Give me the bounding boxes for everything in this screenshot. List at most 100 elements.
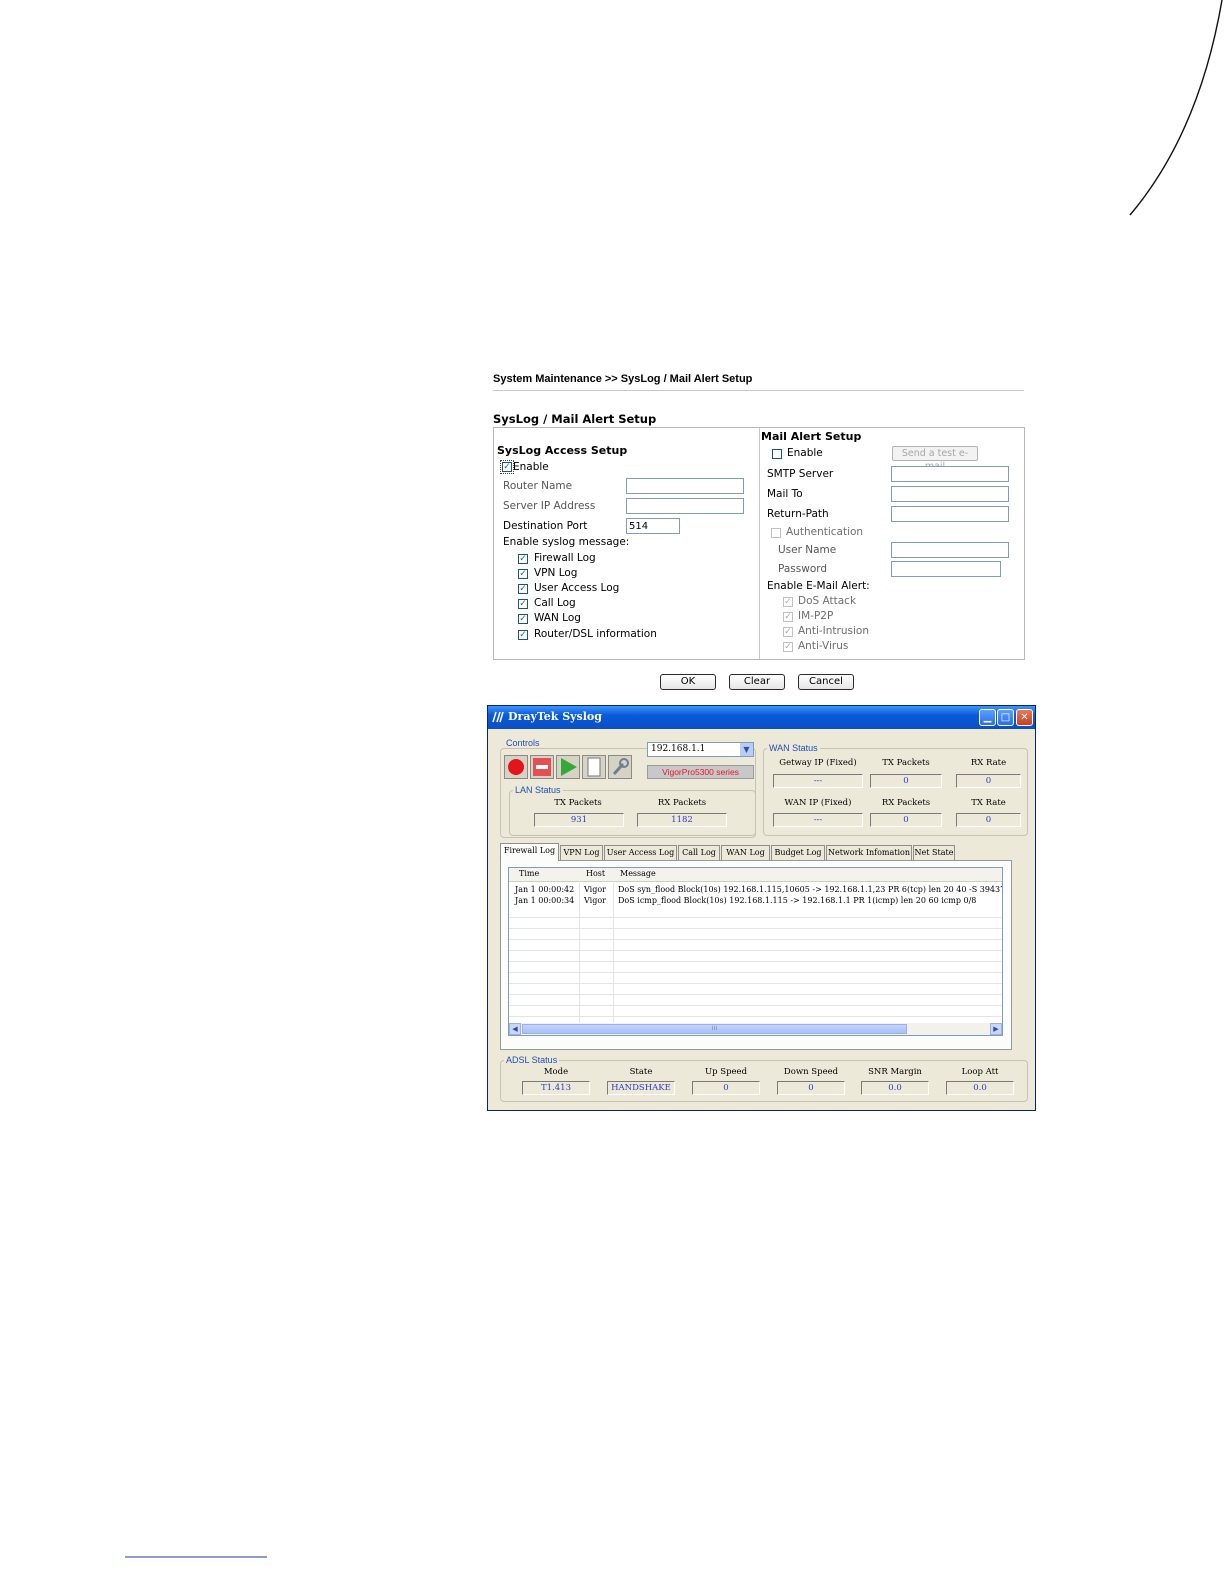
tab-firewall-log[interactable]: Firewall Log bbox=[500, 843, 559, 861]
settings-tool-icon[interactable] bbox=[608, 755, 632, 779]
cancel-button[interactable]: Cancel bbox=[798, 674, 854, 690]
wan-rx-packets-value: 0 bbox=[870, 813, 942, 827]
dest-port-input[interactable] bbox=[626, 518, 680, 534]
authentication-checkbox[interactable] bbox=[771, 528, 781, 538]
anti-intrusion-label: Anti-Intrusion bbox=[798, 625, 869, 637]
log-list[interactable]: Time Host Message Jan 1 00:00:42 Vigor D… bbox=[508, 867, 1003, 1036]
wan-log-checkbox[interactable]: ✓ bbox=[518, 614, 528, 624]
user-access-log-checkbox[interactable]: ✓ bbox=[518, 584, 528, 594]
wan-tx-packets-label: TX Packets bbox=[882, 758, 930, 768]
row-line bbox=[509, 917, 1002, 918]
tab-wan-log[interactable]: WAN Log bbox=[721, 845, 770, 860]
return-path-input[interactable] bbox=[891, 506, 1009, 522]
chevron-down-icon[interactable]: ▼ bbox=[740, 743, 753, 756]
mail-enable-checkbox[interactable] bbox=[772, 449, 782, 459]
lan-rx-label: RX Packets bbox=[657, 798, 707, 808]
router-ip-value: 192.168.1.1 bbox=[651, 744, 706, 754]
row-line bbox=[509, 994, 1002, 995]
controls-title: Controls bbox=[504, 738, 542, 748]
wan-log-label: WAN Log bbox=[534, 612, 581, 624]
syslog-access-heading: SysLog Access Setup bbox=[497, 444, 628, 457]
firewall-log-checkbox[interactable]: ✓ bbox=[518, 554, 528, 564]
user-name-label: User Name bbox=[778, 544, 837, 556]
anti-virus-checkbox[interactable]: ✓ bbox=[783, 642, 793, 652]
close-icon[interactable]: ✕ bbox=[1016, 709, 1033, 726]
tab-user-access-log[interactable]: User Access Log bbox=[604, 845, 677, 860]
ok-button[interactable]: OK bbox=[660, 674, 716, 690]
router-name-input[interactable] bbox=[626, 478, 744, 494]
maximize-icon[interactable]: □ bbox=[997, 709, 1014, 726]
scroll-thumb[interactable]: ⁞⁞⁞ bbox=[522, 1024, 907, 1034]
wan-ip-value: --- bbox=[773, 813, 863, 827]
dos-attack-label: DoS Attack bbox=[798, 595, 857, 607]
play-icon[interactable] bbox=[556, 755, 580, 779]
anti-virus-label: Anti-Virus bbox=[798, 640, 849, 652]
window-titlebar[interactable]: DrayTek Syslog ▁ □ ✕ bbox=[488, 706, 1035, 729]
adsl-loop-att-value: 0.0 bbox=[946, 1081, 1014, 1095]
wan-ip-label: WAN IP (Fixed) bbox=[784, 798, 852, 808]
router-dsl-info-label: Router/DSL information bbox=[534, 628, 657, 640]
adsl-snr-label: SNR Margin bbox=[868, 1067, 922, 1077]
tx-rate-label: TX Rate bbox=[971, 798, 1006, 808]
anti-intrusion-checkbox[interactable]: ✓ bbox=[783, 627, 793, 637]
router-model-label: VigorPro5300 series bbox=[647, 765, 754, 779]
rx-rate-label: RX Rate bbox=[970, 758, 1007, 768]
wan-rx-packets-label: RX Packets bbox=[881, 798, 931, 808]
scroll-left-icon[interactable]: ◀ bbox=[509, 1023, 521, 1035]
tab-budget-log[interactable]: Budget Log bbox=[771, 845, 825, 860]
router-dsl-info-checkbox[interactable]: ✓ bbox=[518, 630, 528, 640]
adsl-snr-value: 0.0 bbox=[861, 1081, 929, 1095]
password-input[interactable] bbox=[891, 561, 1001, 577]
im-p2p-label: IM-P2P bbox=[798, 610, 834, 622]
row-time: Jan 1 00:00:34 bbox=[515, 896, 575, 905]
scroll-right-icon[interactable]: ▶ bbox=[990, 1023, 1002, 1035]
adsl-mode-value: T1.413 bbox=[522, 1081, 590, 1095]
row-line bbox=[509, 950, 1002, 951]
row-line bbox=[509, 972, 1002, 973]
tab-call-log[interactable]: Call Log bbox=[678, 845, 720, 860]
row-host: Vigor bbox=[584, 885, 606, 894]
vpn-log-checkbox[interactable]: ✓ bbox=[518, 569, 528, 579]
password-label: Password bbox=[778, 563, 828, 575]
adsl-up-speed-label: Up Speed bbox=[704, 1067, 748, 1077]
mail-to-input[interactable] bbox=[891, 486, 1009, 502]
mail-enable-label: Enable bbox=[787, 447, 823, 459]
send-test-email-button[interactable]: Send a test e-mail bbox=[892, 446, 978, 472]
vpn-log-label: VPN Log bbox=[534, 567, 578, 579]
col-message[interactable]: Message bbox=[620, 869, 656, 878]
controls-toolbar bbox=[504, 755, 634, 779]
lan-rx-value: 1182 bbox=[637, 813, 727, 827]
syslog-enable-checkbox[interactable]: ✓ bbox=[500, 460, 514, 474]
firewall-log-label: Firewall Log bbox=[534, 552, 596, 564]
call-log-checkbox[interactable]: ✓ bbox=[518, 599, 528, 609]
adsl-down-speed-value: 0 bbox=[777, 1081, 845, 1095]
clear-log-icon[interactable] bbox=[582, 755, 606, 779]
minimize-icon[interactable]: ▁ bbox=[979, 709, 996, 726]
tab-network-infomation[interactable]: Network Infomation bbox=[826, 845, 912, 860]
smtp-server-input[interactable] bbox=[891, 466, 1009, 482]
router-name-label: Router Name bbox=[503, 480, 573, 492]
dos-attack-checkbox[interactable]: ✓ bbox=[783, 597, 793, 607]
clear-button[interactable]: Clear bbox=[729, 674, 785, 690]
adsl-down-speed-label: Down Speed bbox=[783, 1067, 839, 1077]
breadcrumb: System Maintenance >> SysLog / Mail Aler… bbox=[493, 373, 753, 385]
tab-vpn-log[interactable]: VPN Log bbox=[560, 845, 603, 860]
draytek-syslog-window: DrayTek Syslog ▁ □ ✕ Controls 192.168.1.… bbox=[487, 705, 1036, 1111]
col-time[interactable]: Time bbox=[519, 869, 539, 878]
record-icon[interactable] bbox=[504, 755, 528, 779]
router-ip-select[interactable]: 192.168.1.1 ▼ bbox=[647, 742, 754, 757]
im-p2p-checkbox[interactable]: ✓ bbox=[783, 612, 793, 622]
email-alert-label: Enable E-Mail Alert: bbox=[767, 580, 870, 592]
tab-net-state[interactable]: Net State bbox=[913, 845, 955, 860]
lan-tx-value: 931 bbox=[534, 813, 624, 827]
row-message: DoS syn_flood Block(10s) 192.168.1.115,1… bbox=[618, 885, 1003, 894]
mail-to-label: Mail To bbox=[767, 488, 803, 500]
adsl-loop-att-label: Loop Att bbox=[961, 1067, 999, 1077]
col-divider bbox=[579, 881, 580, 1024]
server-ip-input[interactable] bbox=[626, 498, 744, 514]
syslog-enable-label: Enable bbox=[513, 461, 549, 473]
horizontal-scrollbar[interactable]: ◀ ⁞⁞⁞ ▶ bbox=[509, 1023, 1002, 1035]
stop-icon[interactable] bbox=[530, 755, 554, 779]
col-host[interactable]: Host bbox=[586, 869, 605, 878]
user-name-input[interactable] bbox=[891, 542, 1009, 558]
